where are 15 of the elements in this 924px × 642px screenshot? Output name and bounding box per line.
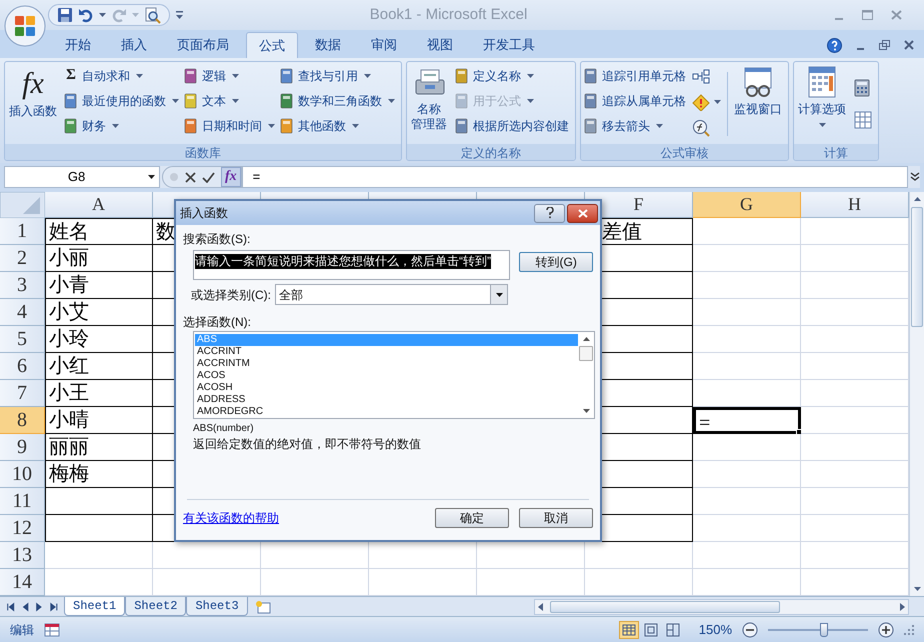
zoom-level: 150% (698, 620, 732, 639)
sigma-icon: Σ (63, 68, 79, 83)
group-title: 计算 (794, 144, 878, 160)
dialog-title: 插入函数 (180, 205, 228, 222)
field-label: 选择函数(N): (183, 314, 251, 330)
field-label: 或选择类别(C): (191, 286, 271, 304)
function-signature: ABS(number) (192, 422, 254, 436)
window-title: Book1 - Microsoft Excel (370, 4, 528, 25)
group-title: 函数库 (5, 144, 401, 160)
status-mode: 编辑 (10, 622, 34, 638)
group-title: 定义的名称 (407, 144, 575, 160)
function-description: 返回给定数值的绝对值，即不带符号的数值 (192, 436, 421, 452)
group-title: 公式审核 (581, 144, 788, 160)
function-glyph: fx (22, 66, 44, 102)
field-label: 搜索函数(S): (183, 231, 250, 247)
